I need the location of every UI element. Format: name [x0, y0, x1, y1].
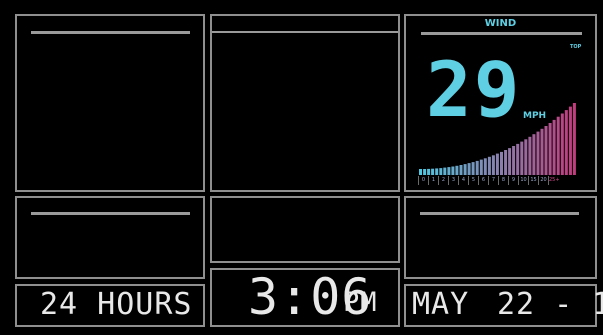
wind-scale-bar — [564, 110, 568, 175]
wind-scale-bar — [447, 167, 451, 175]
clock-ampm: PM — [343, 287, 378, 318]
wind-scale-bar — [540, 128, 544, 175]
wind-scale-bar — [568, 106, 572, 175]
wind-scale-label: 8 — [498, 176, 508, 185]
wind-scale-bar — [556, 116, 560, 175]
wind-scale-label: 2 — [438, 176, 448, 185]
wind-scale-bar — [471, 162, 475, 175]
wind-scale-bar — [435, 168, 439, 175]
wind-scale-bar — [431, 168, 435, 175]
wind-scale-bar — [552, 119, 556, 175]
wind-scale-label: 15 — [528, 176, 538, 185]
wind-scale-bar — [512, 146, 516, 175]
wind-scale-bar — [459, 165, 463, 175]
wind-scale-bar — [451, 166, 455, 175]
wind-scale-bar — [500, 151, 503, 175]
wind-scale-bar — [475, 160, 479, 175]
panel-mid-center — [210, 196, 400, 263]
wind-scale-bar — [491, 155, 495, 175]
wind-scale-bar — [463, 164, 467, 175]
panel-mid-right-rule — [420, 212, 579, 215]
wind-scale-label: 1 — [428, 176, 438, 185]
wind-scale-bar — [572, 103, 576, 175]
wind-scale-bar — [524, 139, 528, 175]
wind-scale-label: 0 — [418, 176, 428, 185]
date-month: MAY — [412, 287, 470, 322]
wind-scale-label: 6 — [478, 176, 488, 185]
wind-scale-bar — [423, 169, 427, 175]
wind-scale-bar — [467, 163, 471, 175]
wind-scale-bar — [536, 131, 540, 175]
wind-scale-bar — [560, 113, 564, 175]
wind-scale-bar — [504, 150, 508, 175]
wind-scale-bar — [528, 136, 532, 175]
wind-scale-bar — [508, 148, 512, 175]
wind-scale-label: 9 — [508, 176, 518, 185]
wind-scale-bar — [443, 167, 447, 175]
history-label: 24 HOURS — [40, 287, 193, 322]
wind-scale-bar — [483, 158, 487, 175]
wind-scale-bar — [548, 123, 552, 175]
wind-scale-bar — [487, 156, 491, 175]
wind-scale-bar — [495, 153, 499, 175]
panel-mid-left-rule — [31, 212, 190, 215]
wind-scale-bar — [455, 165, 459, 175]
wind-scale-label: 25+ — [548, 176, 560, 185]
wind-scale-bar — [419, 169, 422, 175]
panel-mid-left — [15, 196, 205, 279]
wind-scale-bar — [520, 141, 524, 175]
wind-scale-bar — [532, 134, 536, 175]
wind-scale-bar — [439, 168, 443, 175]
wind-scale-label: 7 — [488, 176, 498, 185]
wind-scale-label: 5 — [468, 176, 478, 185]
wind-scale-bar — [479, 159, 483, 175]
date-day-year: 22 - 18 — [497, 287, 603, 322]
wind-scale-label: 4 — [458, 176, 468, 185]
wind-scale-label: 20 — [538, 176, 548, 185]
panel-mid-right — [404, 196, 597, 279]
wind-scale-label: 10 — [518, 176, 528, 185]
wind-scale-bar — [427, 168, 431, 175]
wind-scale-label: 3 — [448, 176, 458, 185]
wind-scale-bar — [516, 143, 520, 175]
wind-scale-labels: 0 1 2 3 4 5 6 7 8 9 10 15 20 25+ — [418, 176, 560, 185]
wind-scale-bar — [544, 126, 548, 175]
